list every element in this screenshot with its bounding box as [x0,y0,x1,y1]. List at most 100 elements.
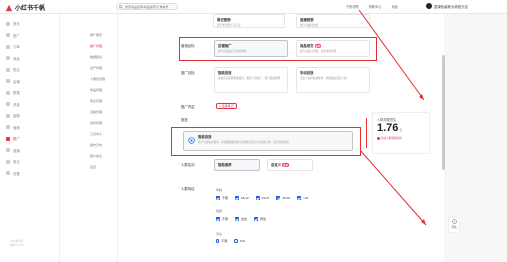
sidebar-item-label: 笔记 [13,160,20,164]
subnav-item[interactable]: 资产管理 [90,66,102,70]
option-title: 手动投放 [300,71,314,75]
sidebar-item-label: 营销 [13,125,20,130]
card-desc: 提升笔记曝光与互动 [217,24,241,27]
sidebar-item[interactable]: 营销 [6,125,20,130]
sidebar-item[interactable]: 售后 [6,67,20,72]
annotation-line [366,118,367,148]
radio-icon [234,239,238,243]
sidebar-item-label: 商品 [13,56,20,61]
option-title: 智能投放 [218,71,232,75]
checkbox-option[interactable]: 18-22 [235,196,249,200]
sidebar-item[interactable]: 推广 [6,33,20,38]
placement-manual[interactable]: 手动投放 自定义选择投放版位，精准触达目标人群 [296,67,370,93]
checkbox-icon [235,196,240,200]
content-label: 推广内容 [181,105,195,109]
sidebar-item[interactable]: 商品 [6,56,20,61]
checkbox-option[interactable]: >32 [297,196,308,200]
checkbox-icon [216,196,220,200]
checkbox-option[interactable]: 28-32 [276,196,290,200]
warning-icon [377,136,380,140]
subnav-item[interactable]: 账户信息 [90,154,102,158]
logo-text: 小红书千帆 [15,6,46,12]
age-options: 不限 18-22 23-27 28-32 >32 [216,196,308,200]
audience-custom[interactable]: 自定义 推荐 [267,159,313,171]
sidebar-footer: 小红书千帆 版本号 1.0.0 [10,240,24,247]
checkbox-option[interactable]: 男性 [254,217,266,221]
sidebar-item[interactable]: 首页 [6,21,20,26]
nav-icon [6,90,10,95]
radio-option[interactable]: 不限 [216,239,227,243]
subnav-item[interactable]: 商品管理 [90,88,102,92]
sidebar-item-label: 设置 [13,171,20,176]
top-link-academy[interactable]: 千帆学院 [346,4,359,9]
live-marketing-card[interactable]: 直播营销 提升直播间热度 [296,14,370,28]
age-label: 年龄 [216,188,223,192]
gender-options: 不限 女性 男性 [216,217,266,221]
estimate-note-text: 预估人群规模适中 [381,137,402,140]
option-label: 23-27 [261,196,270,200]
subnav-item[interactable]: 工具中心 [90,132,102,136]
checkbox-icon [254,217,259,221]
sidebar-item[interactable]: 笔记 [6,159,20,164]
sidebar-item[interactable]: 订单 [6,44,20,49]
sidebar-item[interactable]: 推广 [6,136,20,141]
estimate-unit: 亿 [399,128,403,132]
select-note-button[interactable]: + 选择笔记 [216,103,237,109]
checkbox-icon [216,217,220,221]
checkbox-option[interactable]: 不限 [216,217,228,221]
sidebar-item[interactable]: 数据 [6,90,20,95]
checkbox-option[interactable]: 不限 [216,196,228,200]
sidebar-item[interactable]: 资金 [6,102,20,107]
top-link-messages[interactable]: 消息 [392,4,398,9]
subnav-item[interactable]: 直播管理 [90,110,102,114]
subnav-item[interactable]: 财务管理 [90,121,102,125]
radio-option[interactable]: iOS [234,239,245,243]
checkbox-option[interactable]: 23-27 [255,196,270,200]
subnav-item[interactable]: 推广概览 [90,33,102,37]
global-search[interactable] [116,3,178,10]
nav-icon [6,56,10,60]
audience-label: 人群定向 [181,163,195,167]
nav-icon [6,171,10,175]
app-logo[interactable]: 小红书千帆 [5,3,45,12]
nav-icon [6,21,10,26]
subnav-item[interactable]: 数据报表 [90,55,102,59]
subnav-item[interactable]: 人群包管理 [90,77,105,81]
sidebar-item-label: 客服 [13,114,20,118]
placement-label: 推广目标 [181,71,195,75]
search-input[interactable] [125,4,177,9]
estimate-value: 1.76 [377,122,399,134]
sidebar-item[interactable]: 客服 [6,113,20,118]
subnav-item[interactable]: 推广管理 [90,44,102,48]
placement-smart[interactable]: 智能投放 系统自动选择投放版位，覆盖人群更广，提升投放效果 [214,67,288,93]
subnav-item[interactable]: 操作日志 [90,143,102,147]
scrollbar[interactable] [442,55,445,170]
sidebar-item[interactable]: 直播 [6,148,20,153]
checkbox-option[interactable]: 女性 [235,217,247,221]
sidebar-item[interactable]: 店铺 [6,79,20,84]
option-label: 不限 [221,239,228,243]
logo-icon [5,4,13,11]
note-marketing-card[interactable]: 笔记营销 提升笔记曝光与互动 [213,14,285,28]
estimate-note: 预估人群规模适中 [377,136,425,140]
user-menu[interactable]: 墨绿色装修大师官方店 [426,3,468,9]
checkbox-icon [297,196,302,200]
smart-section-label: 投放 [181,118,188,122]
card-title: 直播营销 [300,18,314,22]
sidebar-item-label: 数据 [13,91,20,95]
top-link-help[interactable]: 帮助中心 [369,4,382,9]
option-label: 女性 [241,217,248,221]
secondary-sidebar [60,14,118,262]
option-desc: 自定义选择投放版位，精准触达目标人群 [300,77,347,80]
subnav-item[interactable]: 笔记管理 [90,99,102,103]
sidebar-item-label: 首页 [13,22,20,26]
sidebar-item[interactable]: 设置 [6,171,20,176]
nav-icon [6,33,10,37]
nav-icon [6,79,10,83]
help-button[interactable]: ? 帮助 [448,217,460,233]
sidebar-item-label: 推广 [13,137,20,141]
subnav-item[interactable]: 设置 [90,165,96,169]
footer-line: 版本号 1.0.0 [10,243,25,247]
option-label: >32 [303,196,309,200]
audience-smart[interactable]: 智能推荐 [214,159,260,171]
